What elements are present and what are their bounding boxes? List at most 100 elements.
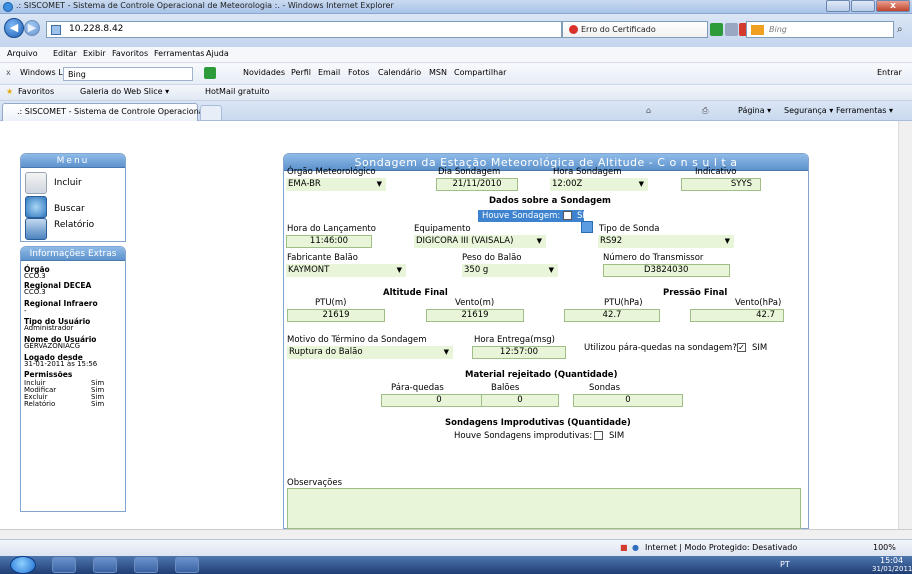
- menu-ferramentas[interactable]: Ferramentas: [154, 49, 204, 58]
- taskbar-word-icon[interactable]: [175, 557, 199, 573]
- hora-lanc-field[interactable]: 11:46:00: [286, 235, 372, 248]
- status-bar: ■ ● Internet | Modo Protegido: Desativad…: [0, 539, 912, 556]
- help-icon[interactable]: [581, 221, 593, 233]
- close-toolbar-icon[interactable]: x: [6, 68, 11, 77]
- live-msn[interactable]: MSN: [429, 68, 447, 77]
- fav-hotmail[interactable]: HotMail gratuito: [205, 87, 270, 96]
- favorites-bar: ★ Favoritos Galeria do Web Slice ▾ HotMa…: [0, 85, 912, 101]
- paraquedas-sim: SIM: [752, 343, 768, 353]
- horizontal-scrollbar[interactable]: [0, 529, 912, 539]
- tab-siscomet[interactable]: .: SISCOMET - Sistema de Controle Operac…: [2, 103, 221, 121]
- mat-sondas-label: Sondas: [589, 383, 621, 393]
- motivo-select[interactable]: Ruptura do Balão ▼: [287, 346, 453, 359]
- taskbar-language[interactable]: PT: [780, 560, 790, 569]
- chevron-down-icon: ▼: [396, 266, 402, 274]
- tab-bar: .: SISCOMET - Sistema de Controle Operac…: [0, 101, 912, 121]
- mat-baloes-field[interactable]: 0: [481, 394, 559, 407]
- transmissor-field[interactable]: D3824030: [603, 264, 730, 277]
- mat-paraquedas-field[interactable]: 0: [381, 394, 497, 407]
- menu-ajuda[interactable]: Ajuda: [206, 49, 229, 58]
- report-icon: [25, 218, 47, 240]
- fav-web-slice[interactable]: Galeria do Web Slice ▾: [80, 87, 169, 96]
- back-button[interactable]: ◀: [4, 18, 24, 38]
- live-search-button[interactable]: [204, 67, 216, 79]
- forward-button[interactable]: ▶: [24, 20, 40, 36]
- left-menu-panel: Menu Incluir Buscar Relatório: [20, 153, 126, 242]
- houve-sim: SIM: [577, 211, 593, 221]
- vento-m-field[interactable]: 21619: [426, 309, 524, 322]
- orgao-meteo-value: EMA-BR: [288, 179, 321, 189]
- vento-hpa-label: Vento(hPa): [735, 298, 782, 308]
- search-input[interactable]: Bing: [746, 21, 894, 38]
- hora-entrega-label: Hora Entrega(msg): [474, 335, 555, 345]
- taskbar-media-icon[interactable]: [134, 557, 158, 573]
- indicativo-field[interactable]: SYYS: [681, 178, 761, 191]
- start-button[interactable]: [10, 556, 36, 574]
- peso-value: 350 g: [464, 265, 489, 275]
- vertical-scrollbar[interactable]: [898, 121, 912, 529]
- address-field[interactable]: 10.228.8.42: [46, 21, 562, 38]
- live-perfil[interactable]: Perfil: [291, 68, 311, 77]
- favorites-button[interactable]: Favoritos: [18, 87, 54, 96]
- menu-relatorio[interactable]: Relatório: [24, 218, 122, 242]
- live-entrar[interactable]: Entrar: [877, 68, 902, 77]
- cmd-ferramentas[interactable]: Ferramentas ▾: [836, 106, 893, 115]
- maximize-button[interactable]: [851, 0, 875, 12]
- info-extras-panel: Informações Extras Órgão CCO.3 Regional …: [20, 246, 126, 512]
- houve-checkbox[interactable]: ✓: [563, 211, 572, 220]
- tipo-sonda-value: RS92: [600, 236, 623, 246]
- menu-favoritos[interactable]: Favoritos: [112, 49, 148, 58]
- refresh-icon[interactable]: [710, 23, 723, 36]
- dia-field[interactable]: 21/11/2010: [436, 178, 518, 191]
- improd-checkbox[interactable]: [594, 431, 603, 440]
- motivo-value: Ruptura do Balão: [289, 347, 363, 357]
- taskbar-date: 31/01/2011: [872, 565, 912, 573]
- observacoes-textarea[interactable]: [287, 488, 801, 529]
- obs-label: Observações: [287, 478, 343, 488]
- status-zone: Internet | Modo Protegido: Desativado: [645, 543, 798, 552]
- hora-sondagem-select[interactable]: 12:00Z ▼: [550, 178, 648, 191]
- search-doc-icon: [25, 196, 47, 218]
- info-header: Informações Extras: [21, 247, 125, 261]
- cmd-seguranca[interactable]: Segurança ▾: [784, 106, 833, 115]
- minimize-button[interactable]: [826, 0, 850, 12]
- globe-icon: ●: [632, 543, 639, 552]
- nome-usuario-value: GERVAZONIACG: [24, 342, 81, 350]
- hora-sondagem-value: 12:00Z: [552, 179, 583, 189]
- live-calendario[interactable]: Calendário: [378, 68, 421, 77]
- mat-sondas-field[interactable]: 0: [573, 394, 683, 407]
- vento-hpa-field[interactable]: 42.7: [690, 309, 784, 322]
- close-button[interactable]: x: [876, 0, 910, 12]
- cmd-pagina[interactable]: Página ▾: [738, 106, 771, 115]
- cert-error-label: Erro do Certificado: [581, 25, 656, 34]
- orgao-meteo-select[interactable]: EMA-BR ▼: [286, 178, 386, 191]
- menu-incluir[interactable]: Incluir: [24, 172, 122, 196]
- taskbar-explorer-icon[interactable]: [93, 557, 117, 573]
- menu-buscar[interactable]: Buscar: [24, 196, 122, 220]
- live-email[interactable]: Email: [318, 68, 340, 77]
- live-compartilhar[interactable]: Compartilhar: [454, 68, 506, 77]
- paraquedas-question: Utilizou pára-quedas na sondagem?: [584, 343, 737, 353]
- live-search-input[interactable]: Bing: [63, 67, 193, 81]
- peso-select[interactable]: 350 g ▼: [462, 264, 558, 277]
- home-icon[interactable]: ⌂: [646, 106, 651, 115]
- print-icon[interactable]: ⎙: [702, 106, 708, 116]
- certificate-error-button[interactable]: Erro do Certificado: [562, 21, 708, 38]
- live-novidades[interactable]: Novidades: [243, 68, 285, 77]
- new-tab-button[interactable]: [200, 105, 222, 121]
- compat-view-icon[interactable]: [725, 23, 738, 36]
- menu-editar[interactable]: Editar: [53, 49, 77, 58]
- search-icon[interactable]: ⌕: [897, 24, 909, 36]
- tipo-sonda-select[interactable]: RS92 ▼: [598, 235, 734, 248]
- hora-entrega-field[interactable]: 12:57:00: [472, 346, 566, 359]
- equipamento-select[interactable]: DIGICORA III (VAISALA) ▼: [414, 235, 546, 248]
- ptu-m-field[interactable]: 21619: [287, 309, 385, 322]
- live-fotos[interactable]: Fotos: [348, 68, 369, 77]
- ptu-hpa-field[interactable]: 42.7: [564, 309, 660, 322]
- paraquedas-checkbox[interactable]: ✓: [737, 343, 746, 352]
- taskbar-ie-icon[interactable]: [52, 557, 76, 573]
- zoom-level[interactable]: 100%: [873, 543, 896, 552]
- menu-exibir[interactable]: Exibir: [83, 49, 106, 58]
- fabricante-select[interactable]: KAYMONT ▼: [286, 264, 406, 277]
- menu-arquivo[interactable]: Arquivo: [7, 49, 38, 58]
